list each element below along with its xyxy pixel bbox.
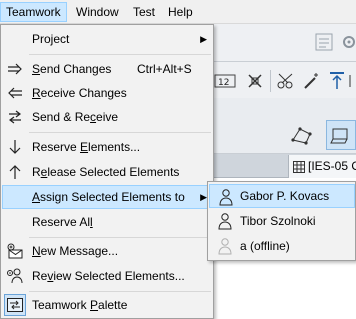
align-top-icon[interactable] — [328, 71, 346, 91]
menu-item-label: Reserve All — [32, 215, 93, 229]
menu-separator — [29, 291, 211, 292]
scissors-icon[interactable] — [276, 71, 298, 91]
menu-item-send-receive[interactable]: Send & Receive — [2, 105, 213, 129]
selected-tool-button[interactable] — [326, 120, 356, 150]
menu-item-label: Send & Receive — [32, 110, 119, 124]
toolbar-overflow-icon[interactable] — [348, 71, 356, 91]
send-receive-icon — [9, 110, 21, 124]
svg-text:12: 12 — [218, 78, 229, 88]
teamwork-palette-icon — [7, 298, 23, 312]
submenu-user-offline[interactable]: a (offline) — [209, 234, 355, 258]
menu-item-label: Reserve Elements... — [32, 140, 141, 154]
offline-user-icon — [218, 238, 232, 255]
teamwork-menu: Project ▶ Send Changes Ctrl+Alt+S Receiv… — [0, 24, 214, 319]
menu-item-label: Receive Changes — [32, 86, 127, 100]
menu-item-new-message[interactable]: New Message... — [2, 239, 213, 263]
menu-item-label: Assign Selected Elements to — [32, 190, 185, 204]
submenu-arrow-icon: ▶ — [200, 192, 207, 202]
receive-arrow-icon — [8, 87, 22, 99]
view-tab-label: [IES-05 O — [308, 159, 356, 173]
toolbar-divider — [270, 70, 271, 92]
menu-separator — [29, 54, 211, 55]
submenu-user-label: Tibor Szolnoki — [240, 214, 316, 228]
assign-submenu: Gabor P. Kovacs Tibor Szolnoki a (offlin… — [207, 181, 356, 261]
send-arrow-icon — [8, 63, 22, 75]
menu-help[interactable]: Help — [163, 2, 198, 22]
checklist-icon[interactable] — [314, 32, 334, 52]
menu-item-label: Project — [32, 32, 70, 46]
submenu-user-tibor[interactable]: Tibor Szolnoki — [209, 209, 355, 233]
polyline-icon[interactable] — [290, 124, 316, 146]
dimension-icon[interactable]: 12 — [214, 72, 236, 90]
menu-window[interactable]: Window — [71, 2, 124, 22]
grid-view-icon — [293, 160, 305, 173]
down-arrow-icon — [9, 140, 21, 154]
menu-item-teamwork-palette[interactable]: Teamwork Palette — [2, 293, 213, 317]
cross-snap-icon[interactable] — [246, 72, 264, 90]
up-arrow-icon — [9, 165, 21, 179]
submenu-user-gabor[interactable]: Gabor P. Kovacs — [209, 184, 355, 208]
new-message-icon — [7, 243, 23, 259]
menu-item-label: Teamwork Palette — [32, 298, 128, 312]
menu-item-send-changes[interactable]: Send Changes Ctrl+Alt+S — [2, 57, 213, 81]
menu-item-project[interactable]: Project ▶ — [2, 27, 213, 51]
submenu-user-label: a (offline) — [240, 239, 290, 253]
menu-item-label: Review Selected Elements... — [32, 269, 185, 283]
menu-item-review-selected[interactable]: Review Selected Elements... — [2, 264, 213, 288]
menu-test[interactable]: Test — [128, 2, 160, 22]
menu-item-label: Release Selected Elements — [32, 165, 180, 179]
menu-item-release-selected[interactable]: Release Selected Elements — [2, 160, 213, 184]
menu-item-assign-selected[interactable]: Assign Selected Elements to ▶ — [2, 185, 213, 209]
menu-item-reserve-all[interactable]: Reserve All — [2, 210, 213, 234]
menu-item-reserve-elements[interactable]: Reserve Elements... — [2, 135, 213, 159]
menu-separator — [29, 237, 211, 238]
user-icon — [218, 213, 232, 230]
user-icon — [219, 189, 233, 206]
menu-teamwork[interactable]: Teamwork — [0, 2, 67, 22]
menu-item-label: New Message... — [32, 244, 119, 258]
submenu-arrow-icon: ▶ — [200, 34, 207, 44]
menu-item-receive-changes[interactable]: Receive Changes — [2, 81, 213, 105]
menu-item-shortcut: Ctrl+Alt+S — [137, 62, 192, 76]
review-users-icon — [7, 268, 23, 284]
view-tab[interactable]: [IES-05 O — [288, 155, 356, 178]
menu-separator — [29, 132, 211, 133]
gear-icon[interactable] — [340, 32, 356, 52]
menu-item-label: Send Changes — [32, 62, 112, 76]
submenu-user-label: Gabor P. Kovacs — [240, 189, 330, 203]
slab-tool-icon — [330, 128, 348, 144]
menu-bar: Teamwork Window Test Help — [0, 0, 356, 24]
magic-wand-icon[interactable] — [302, 71, 322, 91]
